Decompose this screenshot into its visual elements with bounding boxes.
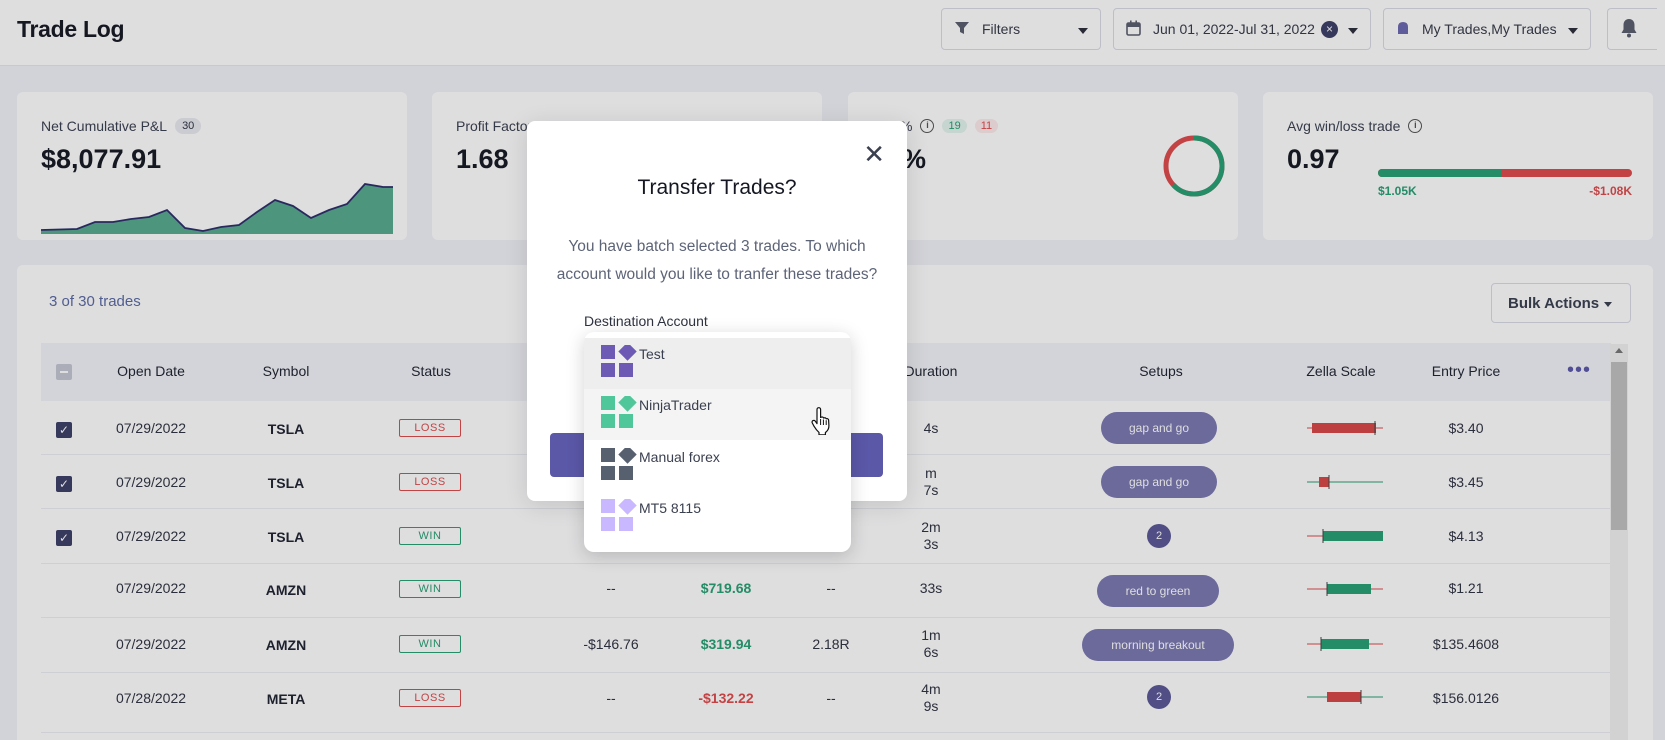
account-option-test[interactable]: Test: [584, 338, 851, 389]
account-option-label: MT5 8115: [639, 500, 701, 516]
account-option-label: NinjaTrader: [639, 397, 712, 413]
modal-description: You have batch selected 3 trades. To whi…: [556, 238, 878, 283]
account-option-mt5-8115[interactable]: MT5 8115: [584, 492, 851, 543]
account-icon: [601, 396, 637, 428]
account-option-label: Manual forex: [639, 449, 720, 465]
destination-account-dropdown[interactable]: Test NinjaTrader Manual forex MT5 8115: [584, 332, 851, 552]
destination-account-label: Destination Account: [584, 313, 708, 329]
close-icon[interactable]: ✕: [863, 141, 885, 167]
account-option-manual-forex[interactable]: Manual forex: [584, 441, 851, 492]
account-icon: [601, 345, 637, 377]
modal-title: Transfer Trades?: [637, 176, 797, 199]
account-option-label: Test: [639, 346, 665, 362]
hand-pointer-icon: [811, 407, 830, 435]
account-icon: [601, 448, 637, 480]
account-icon: [601, 499, 637, 531]
